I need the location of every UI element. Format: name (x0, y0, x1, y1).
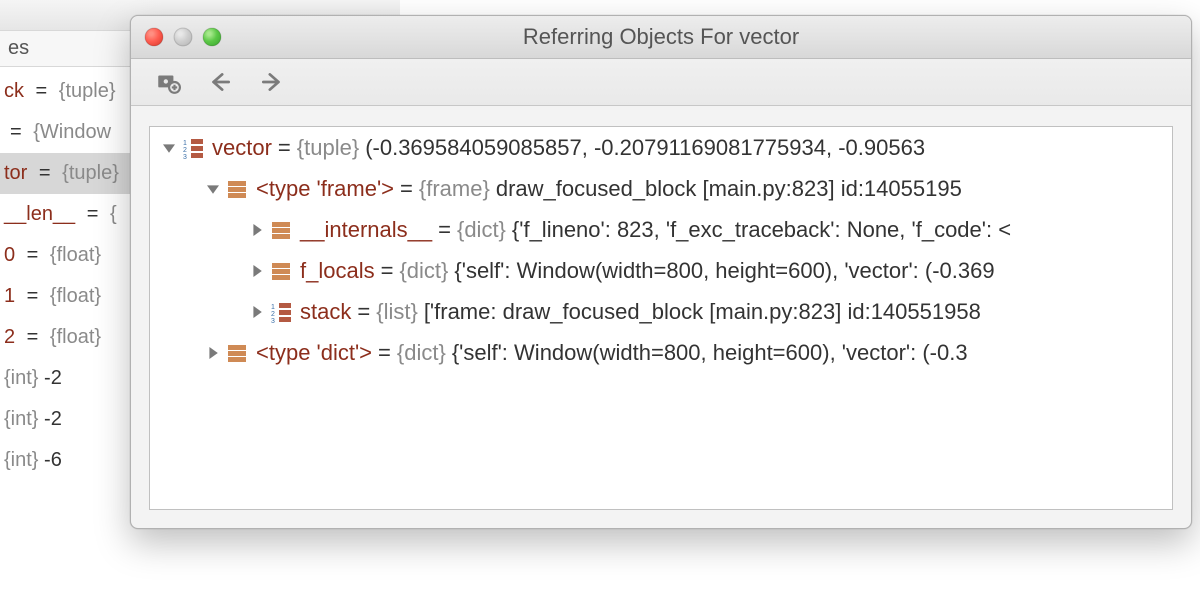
object-icon (268, 260, 294, 282)
node-value: {'self': Window(width=800, height=600), … (452, 340, 968, 366)
svg-text:3: 3 (271, 318, 275, 323)
tree-row-f-locals[interactable]: f_locals = {dict} {'self': Window(width=… (150, 250, 1172, 291)
disclosure-triangle[interactable] (246, 224, 268, 236)
node-type: {dict} (457, 217, 506, 243)
svg-text:2: 2 (271, 311, 275, 318)
node-value: {'self': Window(width=800, height=600), … (454, 258, 994, 284)
node-type: {list} (376, 299, 418, 325)
node-name: vector (212, 135, 272, 161)
tree-row-vector[interactable]: 1 2 3 vector = {tuple} (-0.3695840590858… (150, 127, 1172, 168)
list-icon: 1 2 3 (268, 301, 294, 323)
tree-row-internals[interactable]: __internals__ = {dict} {'f_lineno': 823,… (150, 209, 1172, 250)
minimize-button[interactable] (174, 28, 192, 46)
node-name: __internals__ (300, 217, 432, 243)
zoom-button[interactable] (203, 28, 221, 46)
close-button[interactable] (145, 28, 163, 46)
nav-back-button[interactable] (205, 67, 235, 97)
node-value: (-0.369584059085857, -0.2079116908177593… (365, 135, 925, 161)
object-icon (224, 178, 250, 200)
object-icon (224, 342, 250, 364)
disclosure-triangle[interactable] (246, 265, 268, 277)
disclosure-triangle[interactable] (202, 347, 224, 359)
node-type: {dict} (399, 258, 448, 284)
disclosure-triangle[interactable] (246, 306, 268, 318)
svg-text:1: 1 (271, 304, 275, 311)
node-name: <type 'frame'> (256, 176, 394, 202)
window-title: Referring Objects For vector (131, 24, 1191, 50)
traffic-lights (145, 28, 221, 46)
object-icon (268, 219, 294, 241)
disclosure-triangle[interactable] (158, 142, 180, 154)
svg-text:1: 1 (183, 140, 187, 147)
node-value: {'f_lineno': 823, 'f_exc_traceback': Non… (512, 217, 1011, 243)
node-value: draw_focused_block [main.py:823] id:1405… (496, 176, 962, 202)
node-name: f_locals (300, 258, 375, 284)
object-tree[interactable]: 1 2 3 vector = {tuple} (-0.3695840590858… (149, 126, 1173, 510)
svg-text:3: 3 (183, 154, 187, 159)
window-titlebar[interactable]: Referring Objects For vector (131, 16, 1191, 59)
referring-objects-window: Referring Objects For vector (130, 15, 1192, 529)
node-type: {frame} (419, 176, 490, 202)
disclosure-triangle[interactable] (202, 183, 224, 195)
node-type: {tuple} (297, 135, 359, 161)
node-name: <type 'dict'> (256, 340, 372, 366)
add-watch-button[interactable] (153, 67, 183, 97)
tuple-icon: 1 2 3 (180, 137, 206, 159)
tree-row-type-dict[interactable]: <type 'dict'> = {dict} {'self': Window(w… (150, 332, 1172, 373)
nav-forward-button[interactable] (257, 67, 287, 97)
node-type: {dict} (397, 340, 446, 366)
tree-row-type-frame[interactable]: <type 'frame'> = {frame} draw_focused_bl… (150, 168, 1172, 209)
toolbar (131, 59, 1191, 106)
svg-text:2: 2 (183, 147, 187, 154)
tree-row-stack[interactable]: 1 2 3 stack = {list} ['frame: draw_focus… (150, 291, 1172, 332)
node-value: ['frame: draw_focused_block [main.py:823… (424, 299, 981, 325)
node-name: stack (300, 299, 351, 325)
